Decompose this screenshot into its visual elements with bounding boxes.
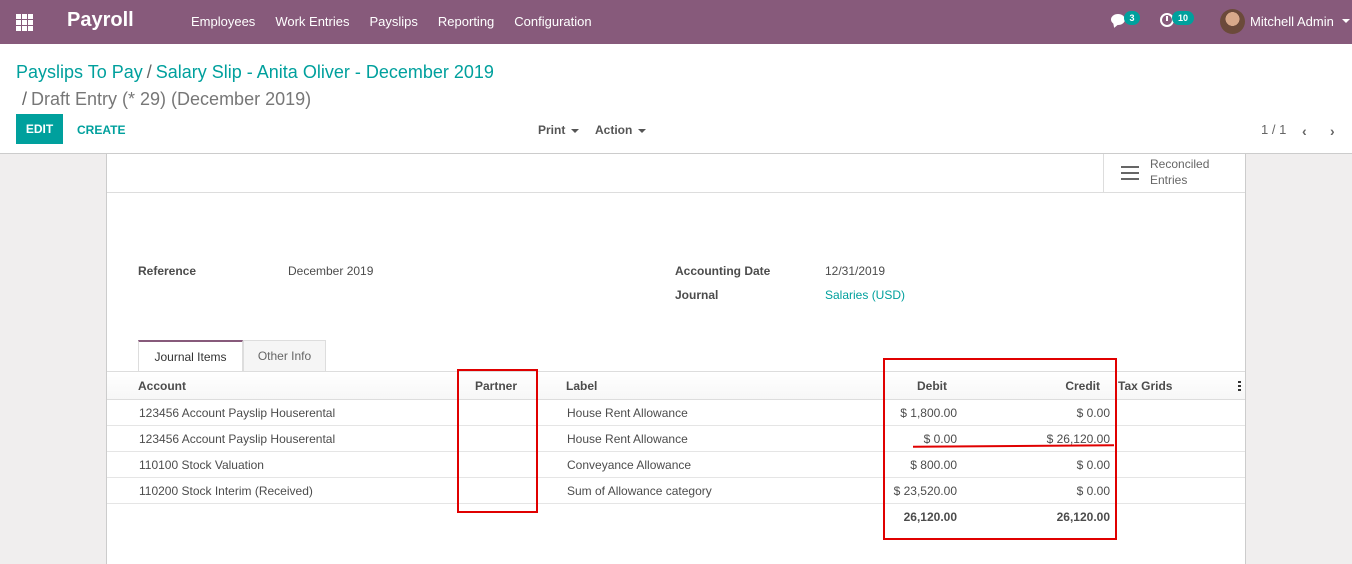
button-box: Reconciled Entries: [107, 154, 1245, 193]
breadcrumb-salary-slip[interactable]: Salary Slip - Anita Oliver - December 20…: [156, 62, 494, 82]
main-menu: Employees Work Entries Payslips Reportin…: [191, 14, 612, 29]
action-label: Action: [595, 123, 633, 137]
cell-account: 123456 Account Payslip Houserental: [139, 432, 336, 446]
menu-employees[interactable]: Employees: [191, 14, 255, 29]
accounting-date-label: Accounting Date: [675, 264, 771, 278]
menu-configuration[interactable]: Configuration: [514, 14, 591, 29]
apps-grid-icon[interactable]: [16, 14, 33, 31]
breadcrumb: Payslips To Pay / Salary Slip - Anita Oliv…: [16, 59, 576, 113]
activity-badge: 10: [1172, 11, 1194, 25]
column-tax-grids[interactable]: Tax Grids: [1118, 379, 1172, 393]
reconciled-entries-label: Reconciled Entries: [1150, 157, 1210, 187]
accounting-date-value: 12/31/2019: [825, 264, 886, 278]
chat-icon[interactable]: [1111, 14, 1125, 25]
breadcrumb-payslips-to-pay[interactable]: Payslips To Pay: [16, 62, 143, 82]
reference-label: Reference: [138, 264, 197, 278]
print-dropdown[interactable]: Print: [538, 123, 580, 137]
app-title[interactable]: Payroll: [67, 9, 134, 32]
tab-other-info[interactable]: Other Info: [243, 340, 326, 371]
annotation-partner-box: [457, 369, 538, 513]
cell-account: 123456 Account Payslip Houserental: [139, 406, 336, 420]
breadcrumb-separator: /: [22, 89, 28, 109]
chat-badge: 3: [1124, 11, 1140, 25]
breadcrumb-current: Draft Entry (* 29) (December 2019): [31, 89, 312, 109]
cell-account: 110200 Stock Interim (Received): [139, 484, 313, 498]
column-options-icon[interactable]: [1238, 381, 1241, 391]
annotation-debit-credit-box: [883, 358, 1117, 540]
cell-label: Conveyance Allowance: [567, 458, 692, 472]
avatar[interactable]: [1220, 9, 1245, 34]
column-account[interactable]: Account: [138, 379, 186, 393]
control-panel: Payslips To Pay / Salary Slip - Anita Oliv…: [0, 44, 1352, 154]
reconciled-entries-button[interactable]: Reconciled Entries: [1103, 154, 1245, 192]
caret-down-icon: [638, 128, 647, 133]
journal-label: Journal: [675, 288, 719, 302]
caret-down-icon: [571, 128, 580, 133]
cell-label: House Rent Allowance: [567, 406, 688, 420]
top-navbar: Payroll Employees Work Entries Payslips …: [0, 0, 1352, 44]
menu-reporting[interactable]: Reporting: [438, 14, 494, 29]
journal-link[interactable]: Salaries (USD): [825, 288, 905, 302]
cell-account: 110100 Stock Valuation: [139, 458, 264, 472]
pager-previous-icon[interactable]: ‹: [1302, 123, 1307, 139]
cell-label: House Rent Allowance: [567, 432, 688, 446]
pager-next-icon[interactable]: ›: [1330, 123, 1335, 139]
breadcrumb-separator: /: [146, 62, 152, 82]
column-label[interactable]: Label: [566, 379, 597, 393]
menu-payslips[interactable]: Payslips: [369, 14, 417, 29]
pager-value[interactable]: 1 / 1: [1261, 122, 1286, 137]
tab-journal-items[interactable]: Journal Items: [138, 340, 243, 371]
cell-label: Sum of Allowance category: [567, 484, 712, 498]
create-button[interactable]: CREATE: [77, 123, 125, 137]
action-dropdown[interactable]: Action: [595, 123, 647, 137]
user-menu-caret-icon[interactable]: [1342, 19, 1350, 23]
print-label: Print: [538, 123, 566, 137]
edit-button[interactable]: EDIT: [16, 114, 63, 144]
list-icon: [1121, 166, 1139, 180]
reference-value: December 2019: [288, 264, 374, 278]
menu-work-entries[interactable]: Work Entries: [275, 14, 349, 29]
user-menu-name[interactable]: Mitchell Admin: [1250, 14, 1334, 29]
